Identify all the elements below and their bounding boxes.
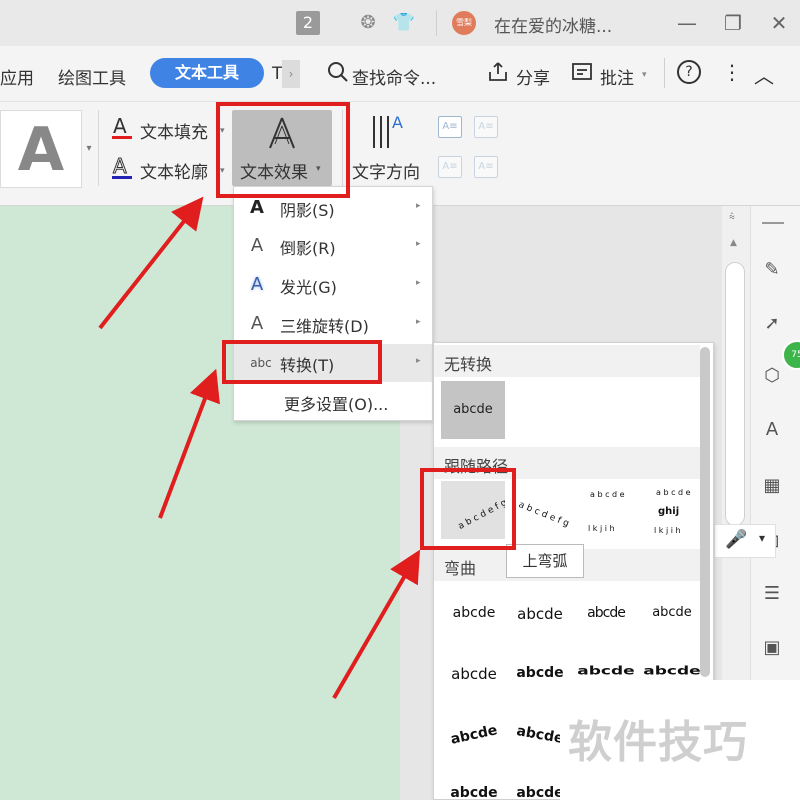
svg-text:A: A (392, 113, 403, 132)
text-direction-button[interactable]: 文字方向 (352, 158, 420, 183)
text-box-next-icon: A≡ (474, 156, 498, 178)
avatar[interactable]: 雪梨 (452, 11, 476, 35)
text-outline-icon[interactable]: A (110, 154, 134, 182)
collapse-ribbon-icon[interactable]: ︿ (754, 60, 774, 89)
reflection-a-icon: A (250, 235, 264, 256)
settings-sliders-icon[interactable]: ☰ (758, 580, 786, 608)
warp-arch-down-option[interactable]: abcde (574, 605, 638, 621)
shadow-a-icon: A (250, 197, 264, 218)
menu-more-tabs[interactable]: T (272, 64, 282, 84)
svg-text:l k j i h: l k j i h (654, 526, 681, 535)
share-icon[interactable] (486, 60, 510, 84)
path-button-option[interactable]: a b c d e ghij l k j i h (640, 481, 704, 539)
warp-chevron-option[interactable]: abcde (640, 664, 704, 678)
text-direction-icon[interactable]: A (370, 112, 408, 152)
rotate-3d-a-icon: A (250, 313, 264, 334)
minimize-icon[interactable]: — (672, 8, 702, 38)
scroll-top-icon[interactable]: ⩯ (729, 212, 735, 223)
svg-text:A: A (113, 154, 127, 178)
pen-icon[interactable]: ✎ (758, 256, 786, 284)
menu-divider (664, 58, 665, 88)
svg-text:a b c d e: a b c d e (656, 488, 691, 497)
tooltip: 上弯弧 (506, 544, 584, 578)
section-no-transform: 无转换 (434, 345, 700, 377)
menu-item-reflection[interactable]: A 倒影(R) ▸ (234, 227, 432, 265)
svg-text:a b c d e: a b c d e (590, 490, 625, 499)
menu-apps[interactable]: 应用 (0, 64, 34, 89)
user-name[interactable]: 在在爱的冰糖... (494, 12, 612, 37)
menu-item-glow[interactable]: A 发光(G) ▸ (234, 266, 432, 304)
text-fill-button[interactable]: 文本填充 (140, 118, 208, 143)
text-outline-button[interactable]: 文本轮廓 (140, 158, 208, 183)
warp-circle-option[interactable]: abcde (640, 605, 704, 620)
text-style-icon[interactable]: A (758, 416, 786, 444)
scroll-up-icon[interactable]: ▲ (730, 238, 737, 248)
ribbon-divider (98, 110, 99, 186)
table-icon[interactable]: ▦ (758, 472, 786, 500)
menu-item-more-settings[interactable]: 更多设置(O)... (234, 383, 432, 421)
glow-a-icon: A (250, 274, 264, 295)
voice-dropdown-icon[interactable]: ▾ (759, 531, 765, 545)
warp-triangle-option[interactable]: abcde (574, 664, 638, 678)
highlight-box-transform (222, 340, 382, 384)
comment-icon[interactable] (570, 60, 594, 84)
warp-inflate-option[interactable]: abcde (508, 665, 572, 681)
text-box-prev-icon: A≡ (438, 156, 462, 178)
transform-panel-scrollbar[interactable] (700, 347, 710, 677)
microphone-icon[interactable]: 🎤 (725, 529, 747, 550)
title-divider (436, 10, 437, 36)
warp-fade-up-option[interactable]: abcde (441, 721, 507, 750)
svg-text:a b c d e f g: a b c d e f g (517, 500, 570, 529)
more-options-icon[interactable]: ⋮ (722, 60, 742, 84)
sidebar-handle[interactable] (762, 222, 784, 224)
comment-button[interactable]: 批注 (600, 64, 634, 89)
svg-text:ghij: ghij (658, 506, 679, 517)
search-icon[interactable] (326, 60, 350, 84)
path-arch-down-option[interactable]: a b c d e f g (508, 481, 572, 539)
style-gallery-dropdown-icon[interactable]: ▾ (82, 110, 96, 188)
shapes-icon[interactable]: ⬡ (758, 362, 786, 390)
warp-wave-option[interactable]: abcde (442, 665, 506, 683)
text-fill-icon[interactable]: A (110, 114, 134, 142)
svg-text:A: A (113, 114, 127, 138)
path-circle-option[interactable]: a b c d e l k j i h (574, 481, 638, 539)
voice-input-popup[interactable]: 🎤 ▾ (714, 524, 776, 558)
shirt-icon[interactable]: 👕 (392, 11, 416, 35)
menu-item-3d-rotation[interactable]: A 三维旋转(D) ▸ (234, 305, 432, 343)
tab-count-badge[interactable]: 2 (296, 11, 320, 35)
close-icon[interactable]: ✕ (764, 8, 794, 38)
watermark: 软件技巧 (568, 717, 748, 768)
cursor-icon[interactable]: ➚ (758, 310, 786, 338)
text-style-preview[interactable]: A (0, 110, 82, 188)
svg-text:l k j i h: l k j i h (588, 524, 615, 533)
search-command-input[interactable]: 查找命令... (352, 64, 436, 89)
leaf-icon[interactable]: ❂ (356, 11, 380, 35)
warp-plain-option[interactable]: abcde (442, 605, 506, 621)
scrollbar-thumb[interactable] (725, 262, 745, 526)
text-box-link-icon[interactable]: A≡ (438, 116, 462, 138)
text-box-unlink-icon: A≡ (474, 116, 498, 138)
text-effect-menu: A 阴影(S) ▸ A 倒影(R) ▸ A 发光(G) ▸ A 三维旋转(D) … (233, 186, 433, 421)
image-icon[interactable]: ▣ (758, 634, 786, 662)
menu-scroll-right-icon[interactable]: › (282, 60, 300, 88)
transform-none-option[interactable]: abcde (441, 381, 505, 439)
menu-drawing-tools[interactable]: 绘图工具 (58, 64, 126, 89)
comment-dropdown-icon[interactable]: ▾ (642, 70, 647, 80)
tab-text-tools[interactable]: 文本工具 (150, 58, 264, 88)
highlight-box-text-effect (216, 102, 350, 198)
help-icon[interactable]: ? (677, 60, 701, 84)
restore-icon[interactable]: ❐ (718, 8, 748, 38)
highlight-box-arch-up (420, 468, 516, 550)
warp-slant-up-option[interactable]: abcde (442, 785, 506, 799)
warp-arch-up-option[interactable]: abcde (508, 605, 572, 623)
share-button[interactable]: 分享 (516, 64, 550, 89)
